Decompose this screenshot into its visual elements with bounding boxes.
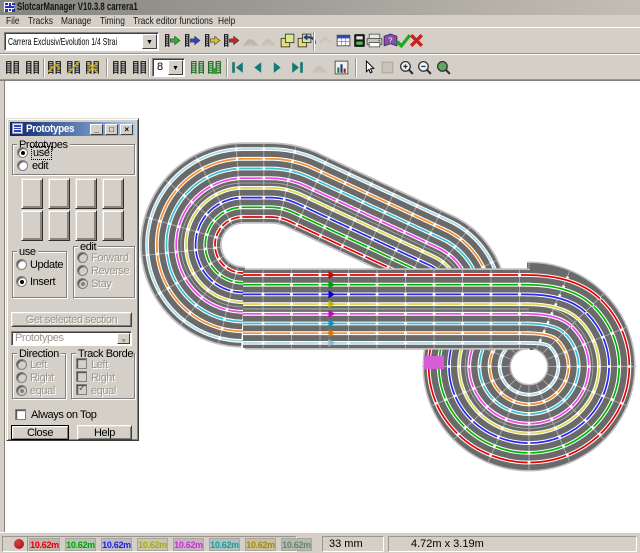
svg-text:?: ? <box>388 36 392 45</box>
